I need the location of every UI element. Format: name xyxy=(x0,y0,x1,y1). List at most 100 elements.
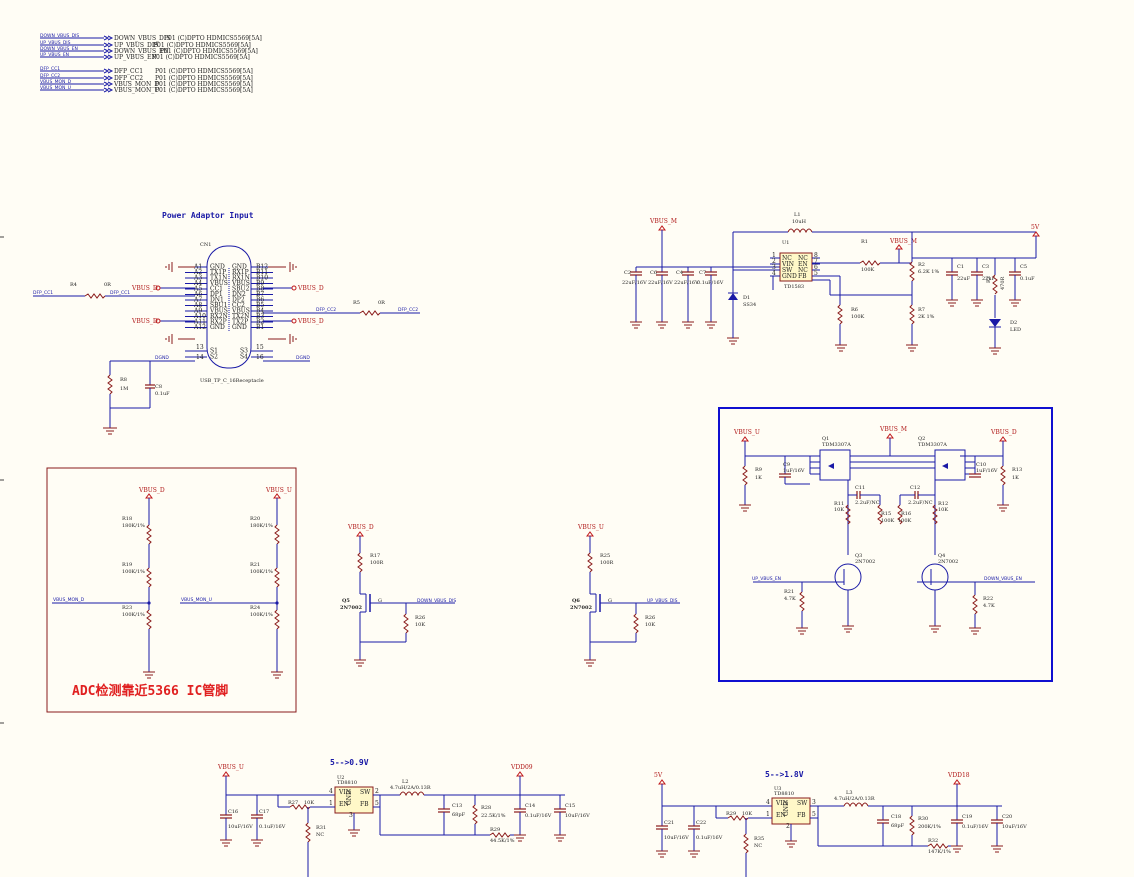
reg09-incap-ref-0: C16 xyxy=(228,809,238,815)
vbus-mon-d-net: VBUS_MON_D xyxy=(53,597,85,603)
adc-right-value-1: 100K/1% xyxy=(250,569,273,575)
port-arrow-7 xyxy=(103,87,110,93)
port-ref-7: P01 (C)DPTO HDMICS5569[5A] xyxy=(155,87,253,94)
reg09-vout-label: VDD09 xyxy=(510,764,533,771)
reg09-pinnum-2: 1 xyxy=(329,800,333,807)
r9-value: 1K xyxy=(755,475,762,481)
port-net-3: UP_VBUS_EN xyxy=(40,52,69,58)
port-ref-0: P01 (C)DPTO HDMICS5569[5A] xyxy=(164,35,262,42)
reg18-inductor xyxy=(843,802,869,808)
reg18-en-r-ref: R29 xyxy=(726,811,736,817)
port-ref-3: P01 (C)DPTO HDMICS5569[5A] xyxy=(152,54,250,61)
usb-right-pin-11: B1 xyxy=(256,324,264,331)
reg18-incap-value-1: 0.1uF/16V xyxy=(696,835,723,841)
port-arrow-0 xyxy=(103,35,110,41)
q4-part: 2N7002 xyxy=(938,559,958,565)
port-net-0: DOWN_VBUS_DIS xyxy=(40,33,79,39)
vbus-d-port-right-2 xyxy=(291,318,297,324)
reg09-nc-resistor xyxy=(305,822,311,843)
usb-shell-left-1: S2 xyxy=(210,354,218,361)
reg09-pin-fb: FB xyxy=(360,801,369,808)
u1-right-pin-3: FB xyxy=(798,273,807,280)
adc-left-ref-2: R23 xyxy=(122,605,132,611)
reg18-ic-part: TD8810 xyxy=(774,791,794,797)
reg09-outcap-value-1: 10uF/16V xyxy=(565,813,590,819)
port-arrow-2 xyxy=(103,48,110,54)
reg09-pinnum-0: 4 xyxy=(329,788,333,795)
usb-gnd-top-left xyxy=(165,262,195,272)
vbus-u-label: VBUS_U xyxy=(733,429,760,436)
reg18-l-value: 4.7uH/2A/0.13R xyxy=(834,796,875,802)
adc-left-r1 xyxy=(146,524,152,545)
disch-vbus-arrow-0 xyxy=(356,531,364,537)
reg09-inductor xyxy=(399,791,425,797)
reg18-ff-cap-value: 68pF xyxy=(891,823,905,829)
c12-value: 2.2uF/NC xyxy=(908,500,933,506)
q3-nmos-body xyxy=(834,563,862,591)
q1-mosfet-body xyxy=(819,449,851,481)
reg18-outcap-value-1: 10uF/16V xyxy=(1002,824,1027,830)
d2-led xyxy=(989,319,1001,327)
reg18-nc-ref: R35 xyxy=(754,836,764,842)
r1-value: 100K xyxy=(861,267,875,273)
reg09-en-r-value: 10K xyxy=(304,800,314,806)
disch-q-part-0: 2N7002 xyxy=(340,605,362,611)
reg18-vout-arrow xyxy=(953,779,961,785)
vbus-m-label-3: VBUS_M xyxy=(879,426,907,433)
adc-right-r2 xyxy=(274,567,280,588)
usb-right-name-11: GND xyxy=(232,324,247,331)
adc-left-divider: R18180K/1%R19100K/1%R23100K/1% xyxy=(122,498,155,679)
r22-value: 4.7K xyxy=(983,603,995,609)
reg18-vout-label: VDD18 xyxy=(947,772,970,779)
reg09-fb-upper-ref: R28 xyxy=(481,805,491,811)
r9-ref: R9 xyxy=(755,467,762,473)
r4-value: 0R xyxy=(104,282,111,288)
q3-part: 2N7002 xyxy=(855,559,875,565)
r21-switch-value: 4.7K xyxy=(784,596,796,602)
reg09-fb-upper-value: 22.5K/1% xyxy=(481,813,506,819)
input-cap-ref-1: C6 xyxy=(650,270,657,276)
reg09-fb-lower-ref: R29 xyxy=(490,827,500,833)
adc-right-r1 xyxy=(274,524,280,545)
reg18-incap-ref-0: C21 xyxy=(664,820,674,826)
usb-gnd-top-right xyxy=(268,262,297,272)
dfp-cc1-net-2: DFP_CC1 xyxy=(110,290,130,296)
buck-5v-section: VBUS_M C222uF/16VC622uF/16VC422uF/16VC70… xyxy=(622,212,1040,355)
disch-rg-value-0: 10K xyxy=(415,622,425,628)
r12-value: 10K xyxy=(938,507,948,513)
r13-value: 1K xyxy=(1012,475,1019,481)
port-label-0: DOWN_VBUS_DIS xyxy=(114,35,170,42)
reg18-nc-value: NC xyxy=(754,843,762,849)
dfp-cc1-net: DFP_CC1 xyxy=(33,290,53,296)
vbus-d-label-2: VBUS_D xyxy=(131,318,158,325)
cn1-part: USB_TP_C_16Receptacle xyxy=(200,378,264,384)
r1-ref: R1 xyxy=(861,239,868,245)
sheet-border-ticks xyxy=(0,236,4,724)
r11-value: 10K xyxy=(834,507,844,513)
disch-gate-resistor-0 xyxy=(403,613,409,634)
vbus-discharge-section: VBUS_DR17100RQ52N7002G DOWN_VBUS_DISR2610… xyxy=(340,524,680,667)
reg18-ff-cap-ref: C18 xyxy=(891,814,901,820)
reg18-incap-ref-1: C22 xyxy=(696,820,706,826)
usb-shell-pin-15: 15 xyxy=(256,344,264,351)
disch-r-value-1: 100R xyxy=(600,560,614,566)
port-net-2: DOWN_VBUS_EN xyxy=(40,46,78,52)
r1-resistor xyxy=(859,260,881,266)
vbus-d-label-5: VBUS_D xyxy=(990,429,1017,436)
adc-vbus-d-label: VBUS_D xyxy=(138,487,165,494)
power-switch-highlight-box xyxy=(718,407,1053,682)
d1-ref: D1 xyxy=(743,295,750,301)
port-label-7: VBUS_MON_U xyxy=(113,87,159,94)
r7-resistor xyxy=(909,304,915,325)
input-cap-value-1: 22uF/16V xyxy=(648,280,673,286)
disch-q-part-1: 2N7002 xyxy=(570,605,592,611)
reg18-vin-arrow xyxy=(658,779,666,785)
r6-resistor xyxy=(837,304,843,325)
r13-resistor xyxy=(1000,465,1006,486)
u1-part: TD1583 xyxy=(784,284,804,290)
reg18-fb-upper-ref: R30 xyxy=(918,816,928,822)
output-cap-value-c1: 22uF xyxy=(957,276,971,282)
q1-part: TDM3307A xyxy=(822,442,851,448)
reg09-en-r-ref: R27 xyxy=(288,800,298,806)
disch-r-value-0: 100R xyxy=(370,560,384,566)
